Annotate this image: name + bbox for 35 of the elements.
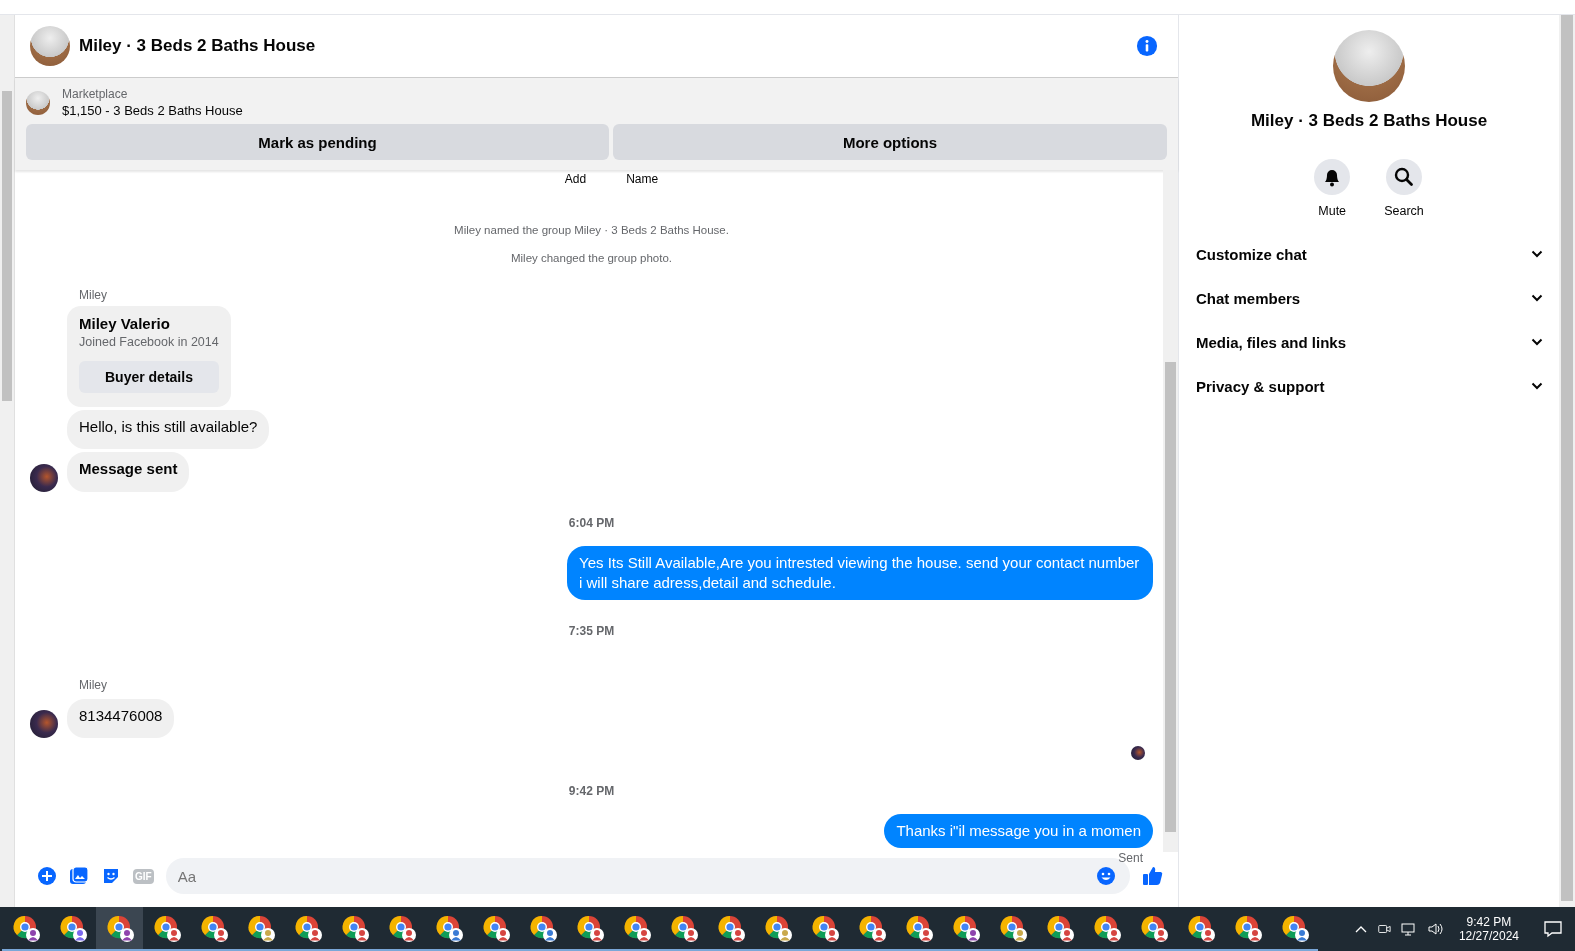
clock-time[interactable]: 9:42 PM — [1466, 915, 1512, 929]
profile-subtitle: Joined Facebook in 2014 — [79, 335, 219, 349]
action-label[interactable]: Mute — [1318, 204, 1347, 218]
details-section[interactable]: Chat members — [1196, 276, 1543, 320]
section-label[interactable]: Media, files and links — [1196, 333, 1347, 351]
section-label[interactable]: Chat members — [1196, 289, 1301, 307]
system-message: Miley changed the group photo. — [509, 252, 674, 264]
listing-action-button[interactable]: Mark as pending — [26, 124, 609, 160]
outgoing-message: Thanks i"il message you in a momen — [884, 814, 1153, 848]
section-label[interactable]: Customize chat — [1196, 245, 1307, 263]
clock-date[interactable]: 12/27/2024 — [1458, 929, 1519, 943]
group-title: Miley · 3 Beds 2 Baths House — [1250, 111, 1488, 131]
profile-name: Miley Valerio — [79, 315, 171, 332]
outgoing-message: Yes Its Still Available,Are you intrested viewing the house. send your contact number i will share adress,detail and schedule. — [567, 546, 1153, 600]
timestamp: 6:04 PM — [567, 516, 616, 530]
clipped-label: Name — [626, 172, 659, 186]
details-section[interactable]: Privacy & support — [1196, 364, 1543, 408]
clipped-label: Add — [564, 172, 587, 186]
sender-name: Miley — [79, 678, 108, 692]
incoming-message: 8134476008 — [67, 699, 175, 738]
details-section[interactable]: Media, files and links — [1196, 320, 1543, 364]
action-label[interactable]: Search — [1384, 204, 1424, 218]
listing-title[interactable]: $1,150 - 3 Beds 2 Baths House — [62, 103, 243, 118]
system-message: Miley named the group Miley · 3 Beds 2 Baths House. — [453, 224, 730, 236]
chat-title: Miley · 3 Beds 2 Baths House — [79, 36, 317, 56]
incoming-message: Message sent — [67, 452, 190, 492]
buyer-details-button[interactable]: Buyer details — [79, 361, 219, 393]
sender-name: Miley — [79, 288, 108, 302]
details-section[interactable]: Customize chat — [1196, 232, 1543, 276]
timestamp: 9:42 PM — [567, 784, 616, 798]
listing-action-button[interactable]: More options — [613, 124, 1167, 160]
timestamp: 7:35 PM — [567, 624, 616, 638]
incoming-message: Hello, is this still available? — [67, 410, 270, 449]
section-label[interactable]: Privacy & support — [1196, 377, 1325, 395]
listing-label: Marketplace — [62, 87, 129, 101]
